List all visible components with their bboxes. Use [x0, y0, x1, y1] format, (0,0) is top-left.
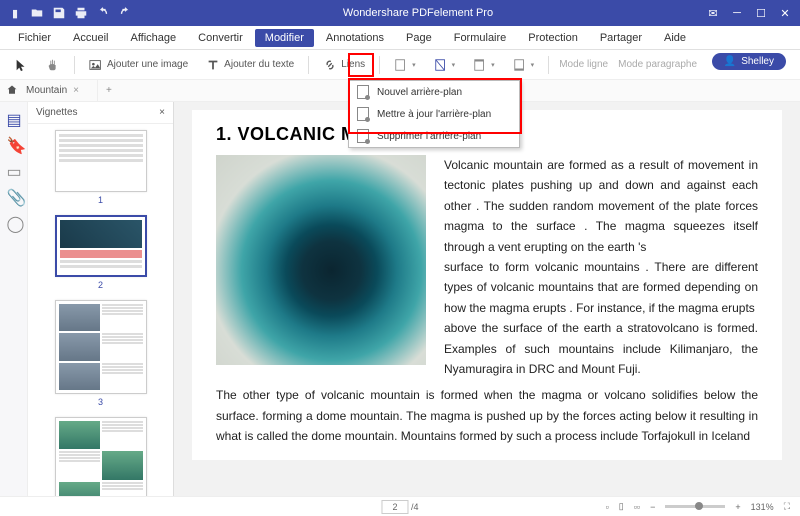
menu-fichier[interactable]: Fichier — [8, 29, 61, 47]
thumbnail-3[interactable]: 3 — [28, 300, 173, 407]
menu-convertir[interactable]: Convertir — [188, 29, 253, 47]
zoom-value: 131% — [751, 502, 774, 512]
hand-tool[interactable] — [42, 56, 64, 74]
dd-remove-background[interactable]: Supprimer l'arrière-plan — [349, 125, 519, 147]
undo-icon[interactable] — [96, 6, 110, 20]
menu-formulaire[interactable]: Formulaire — [444, 29, 517, 47]
open-icon[interactable] — [30, 6, 44, 20]
thumb-num-2: 2 — [98, 280, 103, 290]
add-text-label: Ajouter du texte — [224, 59, 294, 70]
app-logo-icon: ▮ — [8, 6, 22, 20]
total-pages: /4 — [411, 502, 419, 512]
fullscreen-icon[interactable]: ⛶ — [784, 501, 790, 512]
page-indicator[interactable]: 2 /4 — [381, 502, 418, 512]
title-bar: ▮ Wondershare PDFelement Pro ✉ ─ ☐ ✕ — [0, 0, 800, 26]
print-icon[interactable] — [74, 6, 88, 20]
page-refresh-icon — [357, 107, 369, 121]
background-button[interactable]: ▾ — [430, 56, 460, 74]
bates-button[interactable]: ▾ — [509, 56, 539, 74]
links-label: Liens — [341, 59, 365, 70]
thumb-num-3: 3 — [98, 397, 103, 407]
mail-icon[interactable]: ✉ — [704, 4, 722, 22]
thumbnail-2[interactable]: 2 — [28, 215, 173, 290]
thumbnail-4[interactable]: 4 — [28, 417, 173, 496]
attachments-icon[interactable]: 📎 — [7, 188, 21, 202]
workspace: ▤ 🔖 ▭ 📎 ◯ Vignettes × 1 2 3 4 — [0, 102, 800, 496]
dd-update-background[interactable]: Mettre à jour l'arrière-plan — [349, 103, 519, 125]
dd-label-2: Mettre à jour l'arrière-plan — [377, 109, 491, 120]
menu-aide[interactable]: Aide — [654, 29, 696, 47]
user-pill[interactable]: 👤 Shelley — [712, 53, 786, 70]
body-para-2: surface to form volcanic mountains . The… — [444, 257, 758, 318]
tab-close-icon[interactable]: × — [73, 85, 79, 96]
document-tab[interactable]: Mountain × — [0, 80, 98, 101]
watermark-button[interactable]: ▾ — [390, 56, 420, 74]
zoom-out-button[interactable]: − — [650, 502, 655, 512]
view-continuous-icon[interactable]: ▯ — [619, 501, 624, 512]
menu-page[interactable]: Page — [396, 29, 442, 47]
links-button[interactable]: Liens — [319, 56, 369, 74]
page-content: 1. VOLCANIC MOUNTAIN Volcanic mountain a… — [192, 110, 782, 460]
app-title: Wondershare PDFelement Pro — [132, 7, 704, 19]
zoom-slider[interactable] — [665, 505, 725, 508]
body-para-4: The other type of volcanic mountain is f… — [216, 385, 758, 446]
mode-line-toggle[interactable]: Mode ligne — [559, 59, 608, 70]
dd-label-3: Supprimer l'arrière-plan — [377, 131, 481, 142]
body-para-3: above the surface of the earth a stratov… — [444, 318, 758, 379]
menu-annotations[interactable]: Annotations — [316, 29, 394, 47]
thumbnails-close-icon[interactable]: × — [159, 107, 165, 118]
status-bar: 2 /4 ▫ ▯ ▫▫ − + 131% ⛶ — [0, 496, 800, 516]
zoom-in-button[interactable]: + — [735, 502, 740, 512]
add-image-button[interactable]: Ajouter une image — [85, 56, 192, 74]
view-two-icon[interactable]: ▫▫ — [634, 502, 640, 512]
menu-accueil[interactable]: Accueil — [63, 29, 118, 47]
user-icon: 👤 — [724, 56, 736, 67]
close-button[interactable]: ✕ — [776, 4, 794, 22]
view-single-icon[interactable]: ▫ — [606, 502, 609, 512]
menu-bar: Fichier Accueil Affichage Convertir Modi… — [0, 26, 800, 50]
search-panel-icon[interactable]: ◯ — [7, 214, 21, 228]
add-text-button[interactable]: Ajouter du texte — [202, 56, 298, 74]
minimize-button[interactable]: ─ — [728, 4, 746, 22]
background-dropdown: Nouvel arrière-plan Mettre à jour l'arri… — [348, 80, 520, 148]
edit-toolbar: Ajouter une image Ajouter du texte Liens… — [0, 50, 800, 80]
comments-icon[interactable]: ▭ — [7, 162, 21, 176]
document-view[interactable]: 1. VOLCANIC MOUNTAIN Volcanic mountain a… — [174, 102, 800, 496]
thumbnails-panel: Vignettes × 1 2 3 4 — [28, 102, 174, 496]
body-para-1: Volcanic mountain are formed as a result… — [444, 155, 758, 257]
dd-label-1: Nouvel arrière-plan — [377, 87, 462, 98]
menu-modifier[interactable]: Modifier — [255, 29, 314, 47]
dd-new-background[interactable]: Nouvel arrière-plan — [349, 81, 519, 103]
thumb-num-1: 1 — [98, 195, 103, 205]
thumbnail-1[interactable]: 1 — [28, 130, 173, 205]
sidebar-rail: ▤ 🔖 ▭ 📎 ◯ — [0, 102, 28, 496]
header-footer-button[interactable]: ▾ — [469, 56, 499, 74]
document-tab-label: Mountain — [26, 85, 67, 96]
maximize-button[interactable]: ☐ — [752, 4, 770, 22]
new-tab-button[interactable]: + — [98, 85, 120, 96]
bookmarks-icon[interactable]: 🔖 — [7, 136, 21, 150]
menu-affichage[interactable]: Affichage — [120, 29, 186, 47]
menu-protection[interactable]: Protection — [518, 29, 588, 47]
redo-icon[interactable] — [118, 6, 132, 20]
thumbnails-title: Vignettes — [36, 107, 78, 118]
home-icon — [6, 84, 18, 96]
user-name: Shelley — [741, 56, 774, 67]
add-image-label: Ajouter une image — [107, 59, 188, 70]
select-tool[interactable] — [10, 56, 32, 74]
page-remove-icon — [357, 129, 369, 143]
current-page[interactable]: 2 — [381, 500, 408, 514]
thumbnails-icon[interactable]: ▤ — [7, 110, 21, 124]
mode-paragraph-toggle[interactable]: Mode paragraphe — [618, 59, 697, 70]
menu-partager[interactable]: Partager — [590, 29, 652, 47]
page-plus-icon — [357, 85, 369, 99]
document-image — [216, 155, 426, 365]
save-icon[interactable] — [52, 6, 66, 20]
